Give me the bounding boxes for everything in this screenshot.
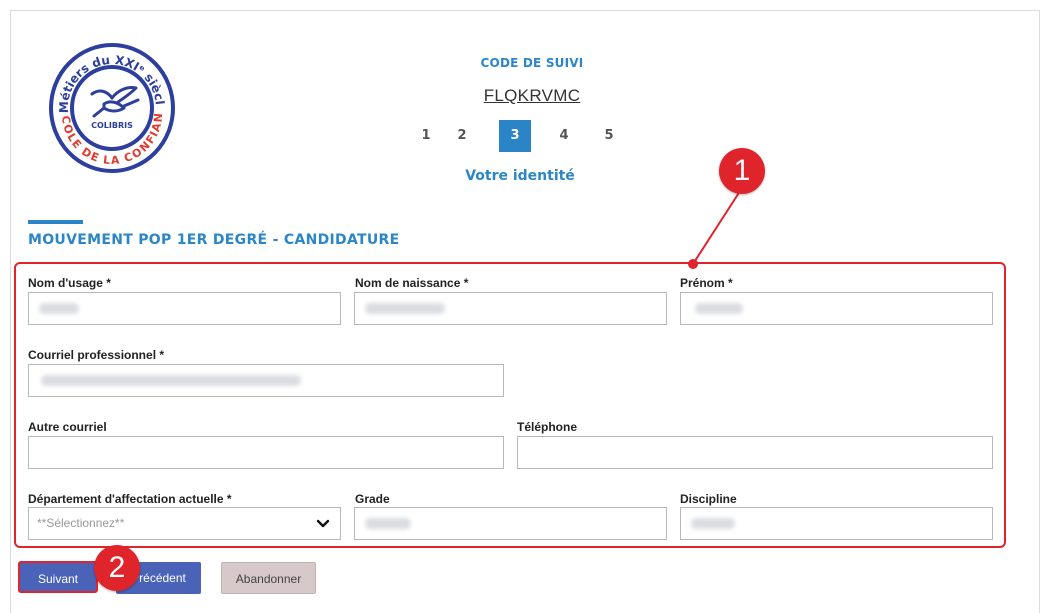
grade-label: Grade (355, 492, 390, 506)
abandon-button[interactable]: Abandonner (221, 562, 316, 594)
step-title: Votre identité (465, 168, 575, 184)
departement-label: Département d'affectation actuelle * (28, 492, 232, 506)
autre-courriel-label: Autre courriel (28, 420, 107, 434)
step-1[interactable]: 1 (410, 120, 442, 152)
grade-input[interactable] (354, 507, 667, 540)
step-3-active[interactable]: 3 (499, 120, 531, 152)
courriel-pro-input[interactable] (28, 364, 504, 397)
prenom-input[interactable] (680, 292, 993, 325)
prenom-label: Prénom * (680, 276, 733, 290)
annotation-badge-1: 1 (719, 148, 765, 194)
chevron-down-icon (316, 519, 330, 528)
step-2[interactable]: 2 (446, 120, 478, 152)
step-4[interactable]: 4 (548, 120, 580, 152)
departement-select[interactable]: **Sélectionnez** (28, 507, 341, 540)
nom-naissance-input[interactable] (354, 292, 667, 325)
telephone-input[interactable] (517, 436, 993, 469)
nom-usage-label: Nom d'usage * (28, 276, 111, 290)
departement-placeholder: **Sélectionnez** (37, 516, 125, 530)
courriel-pro-label: Courriel professionnel * (28, 348, 165, 362)
nom-usage-input[interactable] (28, 292, 341, 325)
section-title-bar (28, 220, 83, 224)
discipline-label: Discipline (680, 492, 737, 506)
nom-naissance-label: Nom de naissance * (355, 276, 469, 290)
tracking-code-label: CODE DE SUIVI (480, 56, 584, 70)
autre-courriel-input[interactable] (28, 436, 504, 469)
annotation-badge-2: 2 (94, 545, 140, 591)
colibris-logo: Métiers du XXIᵉ siècle L'ÉCOLE DE LA CON… (48, 42, 175, 173)
svg-text:COLIBRIS: COLIBRIS (91, 121, 133, 130)
discipline-input[interactable] (680, 507, 993, 540)
step-5[interactable]: 5 (593, 120, 625, 152)
tracking-code-value[interactable]: FLQKRVMC (452, 86, 612, 106)
telephone-label: Téléphone (517, 420, 578, 434)
section-title: MOUVEMENT POP 1ER DEGRÉ - CANDIDATURE (28, 232, 400, 248)
next-button[interactable]: Suivant (18, 561, 98, 593)
